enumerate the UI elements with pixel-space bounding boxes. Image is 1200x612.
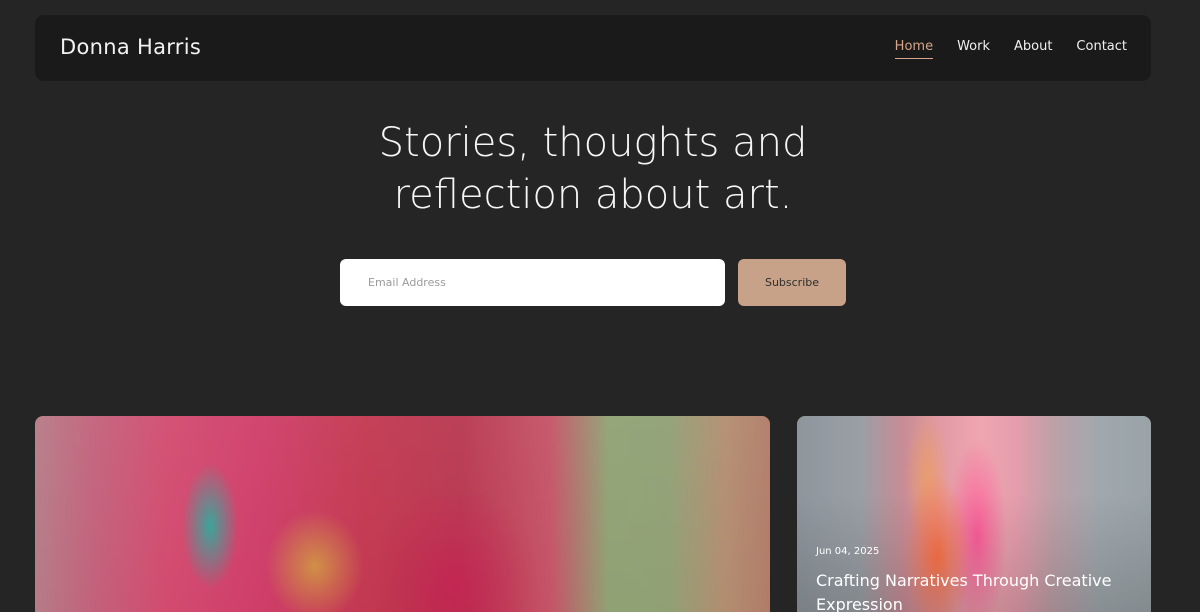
email-field[interactable] — [340, 259, 725, 306]
main-nav: Home Work About Contact — [894, 39, 1127, 59]
post-title[interactable]: Crafting Narratives Through Creative Exp… — [816, 569, 1126, 612]
post-date: Jun 04, 2025 — [816, 546, 880, 557]
nav-item-contact[interactable]: Contact — [1076, 39, 1127, 59]
page: Donna Harris Home Work About Contact Sto… — [0, 0, 1200, 612]
subscribe-button[interactable]: Subscribe — [738, 259, 846, 306]
post-card[interactable]: Jun 04, 2025 Crafting Narratives Through… — [797, 416, 1151, 612]
nav-item-about[interactable]: About — [1014, 39, 1052, 59]
site-brand[interactable]: Donna Harris — [60, 35, 201, 59]
featured-post-card[interactable] — [35, 416, 770, 612]
featured-post-image — [35, 416, 770, 612]
site-header: Donna Harris Home Work About Contact — [35, 15, 1151, 81]
hero-title: Stories, thoughts and reflection about a… — [378, 120, 808, 218]
nav-item-work[interactable]: Work — [957, 39, 990, 59]
nav-item-home[interactable]: Home — [894, 39, 934, 59]
